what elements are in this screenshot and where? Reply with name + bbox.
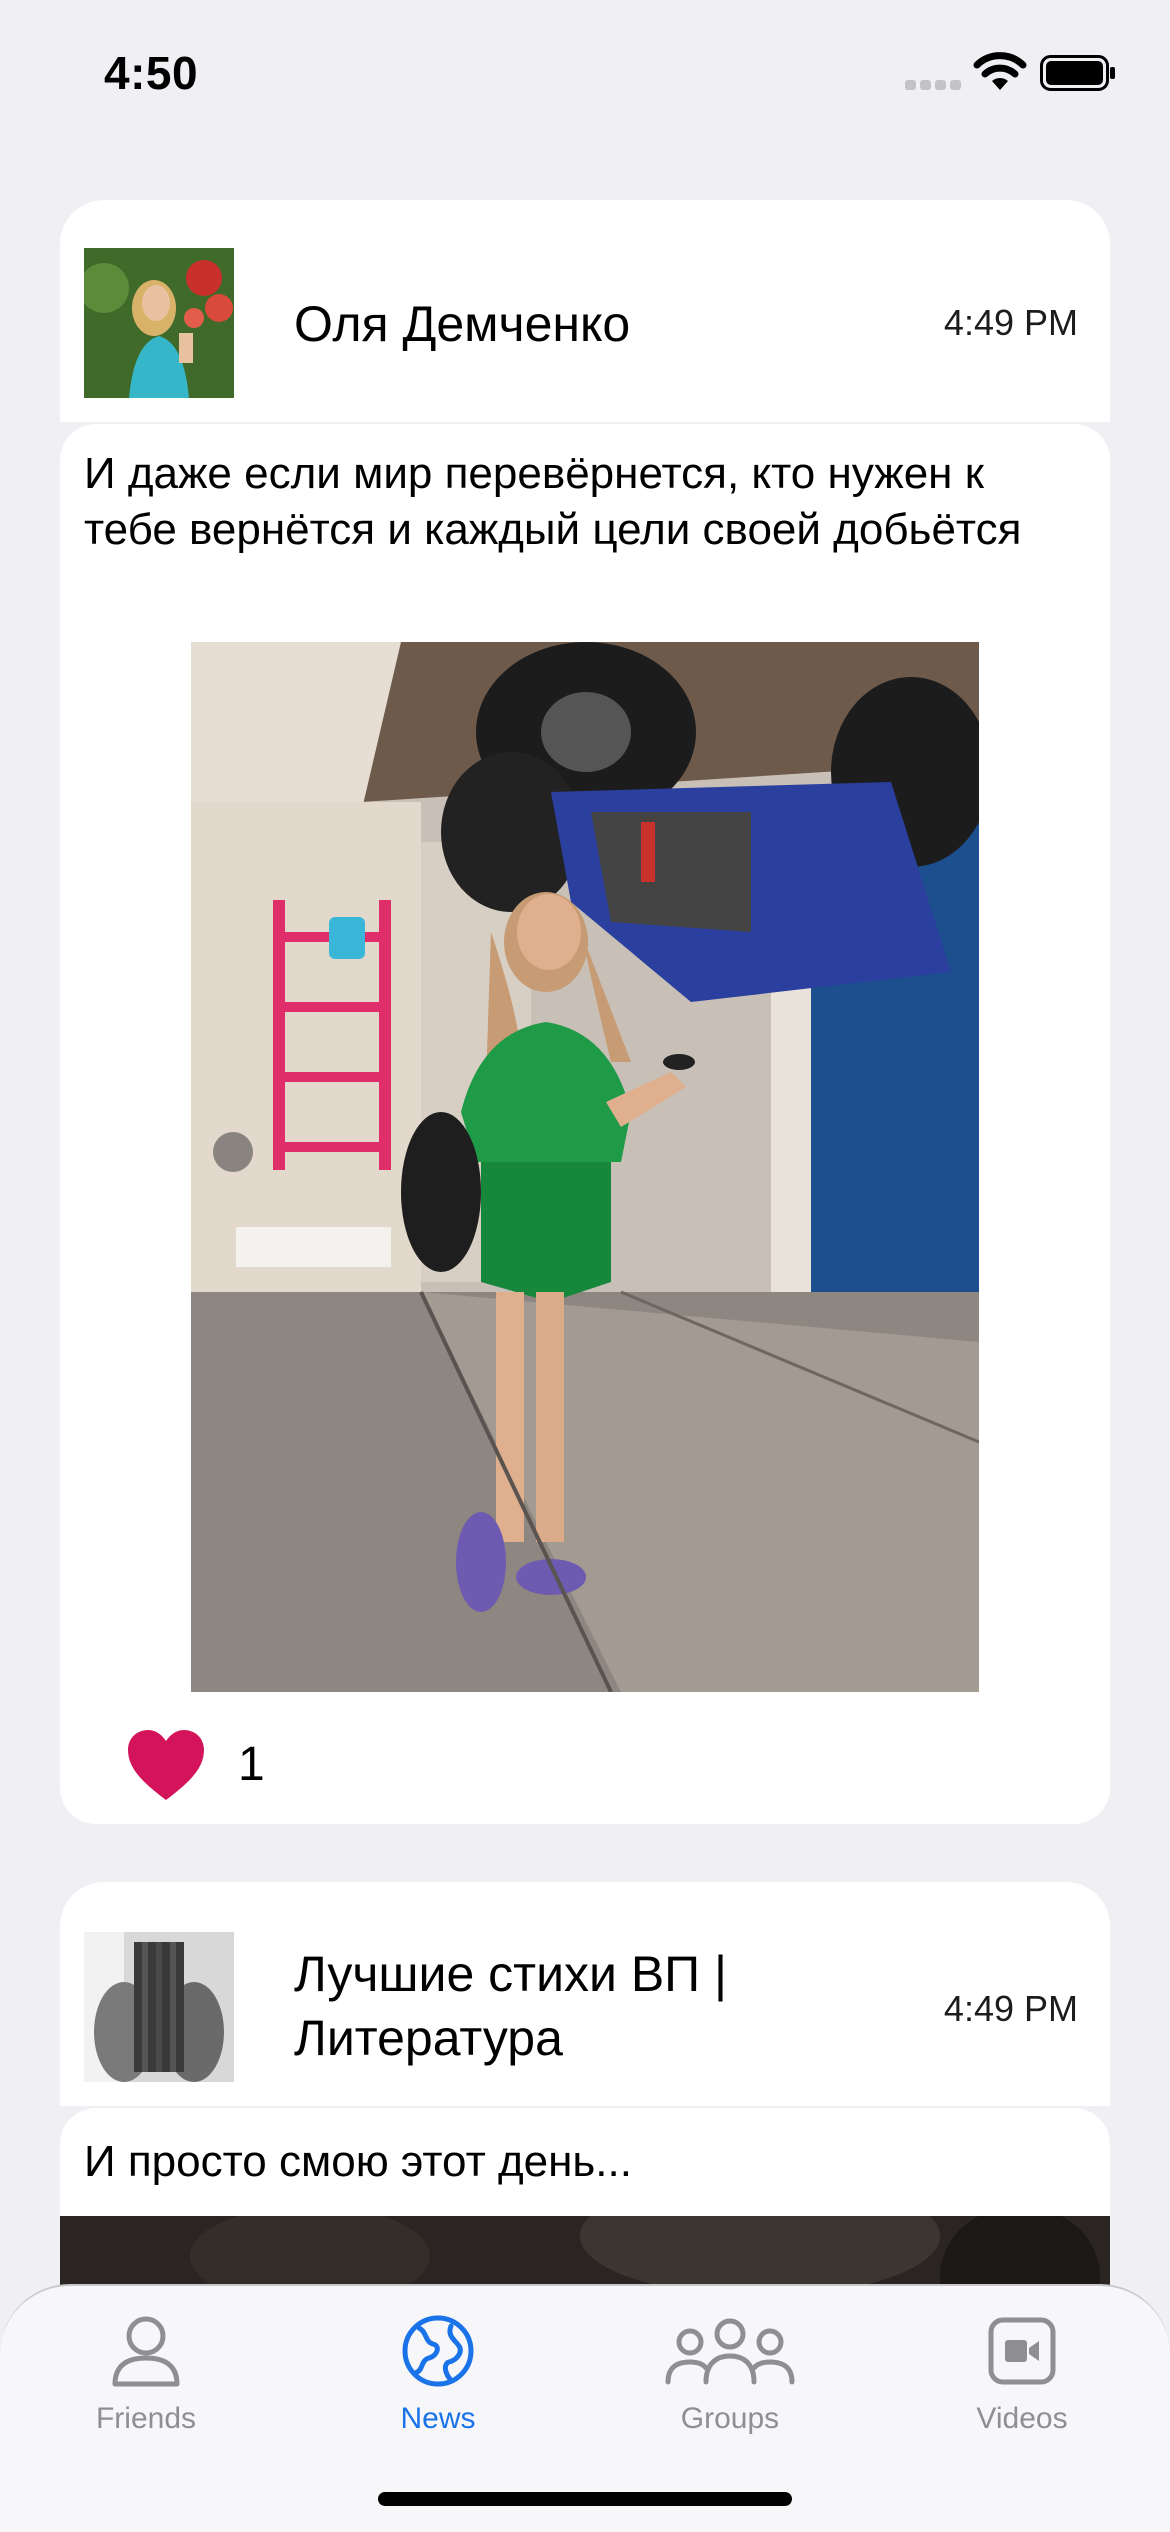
heart-icon[interactable]: [126, 1728, 206, 1802]
post-time: 4:49 PM: [943, 1988, 1078, 2029]
tab-news-label: News: [400, 2402, 476, 2435]
like-count: 1: [238, 1738, 265, 1791]
post-text: И даже если мир перевёрнется, кто нужен …: [84, 449, 1022, 554]
author-avatar[interactable]: [84, 248, 234, 398]
person-icon: [112, 2316, 180, 2387]
video-icon: [988, 2317, 1056, 2385]
post-time: 4:49 PM: [943, 302, 1078, 343]
tab-news[interactable]: News: [338, 2306, 538, 2466]
status-time: 4:50: [104, 47, 199, 99]
status-bar: 4:50: [0, 0, 1170, 150]
cellular-signal-icon: [905, 80, 961, 92]
author-name[interactable]: Оля Демченко: [294, 292, 630, 356]
tab-groups-label: Groups: [680, 2402, 780, 2435]
group-icon: [665, 2318, 795, 2385]
wifi-icon: [973, 52, 1027, 90]
tab-groups[interactable]: Groups: [630, 2306, 830, 2466]
tab-videos-label: Videos: [976, 2402, 1068, 2435]
tab-friends[interactable]: Friends: [46, 2306, 246, 2466]
post-card[interactable]: И даже если мир перевёрнется, кто нужен …: [60, 424, 1110, 1824]
globe-icon: [402, 2315, 474, 2387]
home-indicator[interactable]: [378, 2492, 792, 2506]
tab-videos[interactable]: Videos: [922, 2306, 1122, 2466]
author-avatar[interactable]: [84, 1932, 234, 2082]
battery-icon: [1040, 55, 1115, 91]
post-photo[interactable]: [191, 642, 979, 1692]
author-name[interactable]: Лучшие стихи ВП | Литература: [294, 1942, 774, 2070]
post-header[interactable]: Лучшие стихи ВП | Литература 4:49 PM: [60, 1882, 1110, 2106]
post-header[interactable]: Оля Демченко 4:49 PM: [60, 200, 1110, 422]
post-text: И просто смою этот день...: [84, 2137, 632, 2186]
tab-friends-label: Friends: [95, 2402, 197, 2435]
